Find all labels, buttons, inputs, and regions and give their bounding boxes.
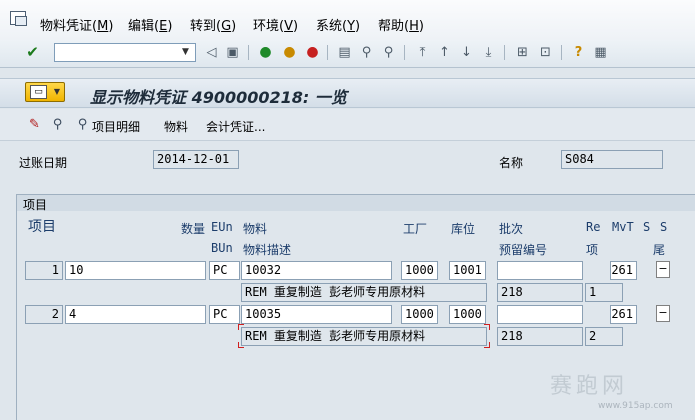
row-2-quantity-field[interactable]: 4 — [65, 305, 206, 324]
posting-date-label: 过账日期 — [19, 156, 68, 170]
row-1-reservation-field: 218 — [497, 283, 583, 302]
watermark-logo: 赛跑网 — [550, 374, 629, 399]
name-field[interactable]: S084 — [561, 150, 663, 169]
toolbar-separator — [327, 45, 328, 60]
exit-icon[interactable]: ● — [281, 44, 298, 61]
row-2-material-field[interactable]: 10035 — [241, 305, 392, 324]
menu-system[interactable]: 系统(Y) — [316, 15, 360, 34]
focus-corner — [484, 324, 490, 330]
items-group-header — [17, 195, 695, 211]
row-2-plant-field[interactable]: 1000 — [401, 305, 438, 324]
row-2-reservation-item-field: 2 — [585, 327, 623, 346]
posting-date-field[interactable]: 2014-12-01 — [153, 150, 239, 169]
focus-corner — [238, 324, 244, 330]
new-session-icon[interactable]: ⊞ — [514, 44, 531, 61]
menu-help[interactable]: 帮助(H) — [378, 15, 424, 34]
save-icon[interactable]: ▣ — [224, 44, 241, 61]
watermark-url: www.915ap.com — [598, 401, 673, 411]
row-2-batch-field[interactable] — [497, 305, 583, 324]
other-document-icon[interactable]: ✎ — [26, 117, 43, 132]
column-movement-type: MvT — [612, 220, 634, 234]
focus-corner — [484, 342, 490, 348]
row-1-storage-location-field[interactable]: 1001 — [449, 261, 486, 280]
material-button[interactable]: 物料 — [164, 118, 188, 135]
print-icon[interactable]: ▤ — [336, 44, 353, 61]
row-1-reservation-item-field: 1 — [585, 283, 623, 302]
menu-material-document[interactable]: 物料凭证(M) — [40, 15, 113, 34]
menu-environment[interactable]: 环境(V) — [253, 15, 298, 34]
command-field[interactable] — [54, 43, 196, 62]
back-icon[interactable]: ● — [257, 44, 274, 61]
row-2-final-issue-checkbox[interactable]: − — [656, 305, 670, 322]
toolbar-separator — [561, 45, 562, 60]
row-2-storage-location-field[interactable]: 1000 — [449, 305, 486, 324]
item-details-button[interactable]: 项目明细 — [92, 118, 140, 135]
column-final-issue: 尾 — [653, 243, 666, 257]
row-1-description-field: REM 重复制造 彭老师专用原材料 — [241, 283, 487, 302]
document-menu-icon: ▭ — [30, 85, 47, 99]
create-shortcut-icon[interactable]: ⊡ — [537, 44, 554, 61]
row-1-movement-type-field[interactable]: 261 — [610, 261, 637, 280]
items-group-title: 项目 — [23, 198, 48, 212]
column-s1: S — [643, 220, 651, 234]
column-quantity: 数量 — [181, 222, 206, 236]
row-2-unit-field[interactable]: PC — [209, 305, 240, 324]
collapse-left-icon[interactable]: ◁ — [203, 44, 220, 61]
row-2-movement-type-field[interactable]: 261 — [610, 305, 637, 324]
column-s2: S — [660, 220, 668, 234]
row-2-reservation-field: 218 — [497, 327, 583, 346]
row-1-unit-field[interactable]: PC — [209, 261, 240, 280]
focus-corner — [238, 342, 244, 348]
column-item: 项目 — [28, 219, 56, 235]
column-reservation: Re — [586, 220, 601, 234]
column-reservation-number: 预留编号 — [499, 243, 548, 257]
row-1-final-issue-checkbox[interactable]: − — [656, 261, 670, 278]
first-page-icon[interactable]: ⤒ — [414, 44, 431, 61]
column-material: 物料 — [243, 222, 268, 236]
row-1-plant-field[interactable]: 1000 — [401, 261, 438, 280]
help-icon[interactable]: ? — [570, 44, 587, 61]
row-1-line-number: 1 — [25, 261, 63, 280]
previous-page-icon[interactable]: ↑ — [436, 44, 453, 61]
toolbar-separator — [404, 45, 405, 60]
toolbar-separator — [504, 45, 505, 60]
item-details-icon[interactable]: ⚲ — [74, 117, 91, 132]
name-label: 名称 — [499, 156, 524, 170]
accounting-documents-button[interactable]: 会计凭证... — [206, 118, 265, 135]
column-material-description: 物料描述 — [243, 243, 292, 257]
last-page-icon[interactable]: ⤓ — [480, 44, 497, 61]
title-menu-button[interactable]: ▭ ▼ — [25, 82, 65, 102]
customize-layout-icon[interactable]: ▦ — [592, 44, 609, 61]
column-batch: 批次 — [499, 222, 524, 236]
column-plant: 工厂 — [403, 222, 428, 236]
column-storage-location: 库位 — [451, 222, 476, 236]
column-entry-unit: EUn — [211, 220, 233, 234]
enter-check-icon[interactable]: ✔ — [24, 44, 41, 61]
column-base-unit: BUn — [211, 241, 233, 255]
menu-goto[interactable]: 转到(G) — [190, 15, 236, 34]
next-page-icon[interactable]: ↓ — [458, 44, 475, 61]
toolbar-separator — [248, 45, 249, 60]
column-reservation-item: 项 — [586, 243, 599, 257]
row-1-material-field[interactable]: 10032 — [241, 261, 392, 280]
command-field-dropdown-icon[interactable]: ▼ — [177, 44, 194, 61]
find-icon[interactable]: ⚲ — [358, 44, 375, 61]
system-menu-icon[interactable] — [10, 11, 27, 26]
chevron-down-icon: ▼ — [53, 87, 60, 96]
menu-edit[interactable]: 编辑(E) — [128, 15, 172, 34]
page-title: 显示物料凭证 4900000218: 一览 — [90, 88, 347, 107]
find-next-icon[interactable]: ⚲ — [380, 44, 397, 61]
display-icon[interactable]: ⚲ — [49, 117, 66, 132]
row-1-batch-field[interactable] — [497, 261, 583, 280]
row-2-description-field: REM 重复制造 彭老师专用原材料 — [241, 327, 487, 346]
cancel-icon[interactable]: ● — [304, 44, 321, 61]
row-2-line-number: 2 — [25, 305, 63, 324]
row-1-quantity-field[interactable]: 10 — [65, 261, 206, 280]
